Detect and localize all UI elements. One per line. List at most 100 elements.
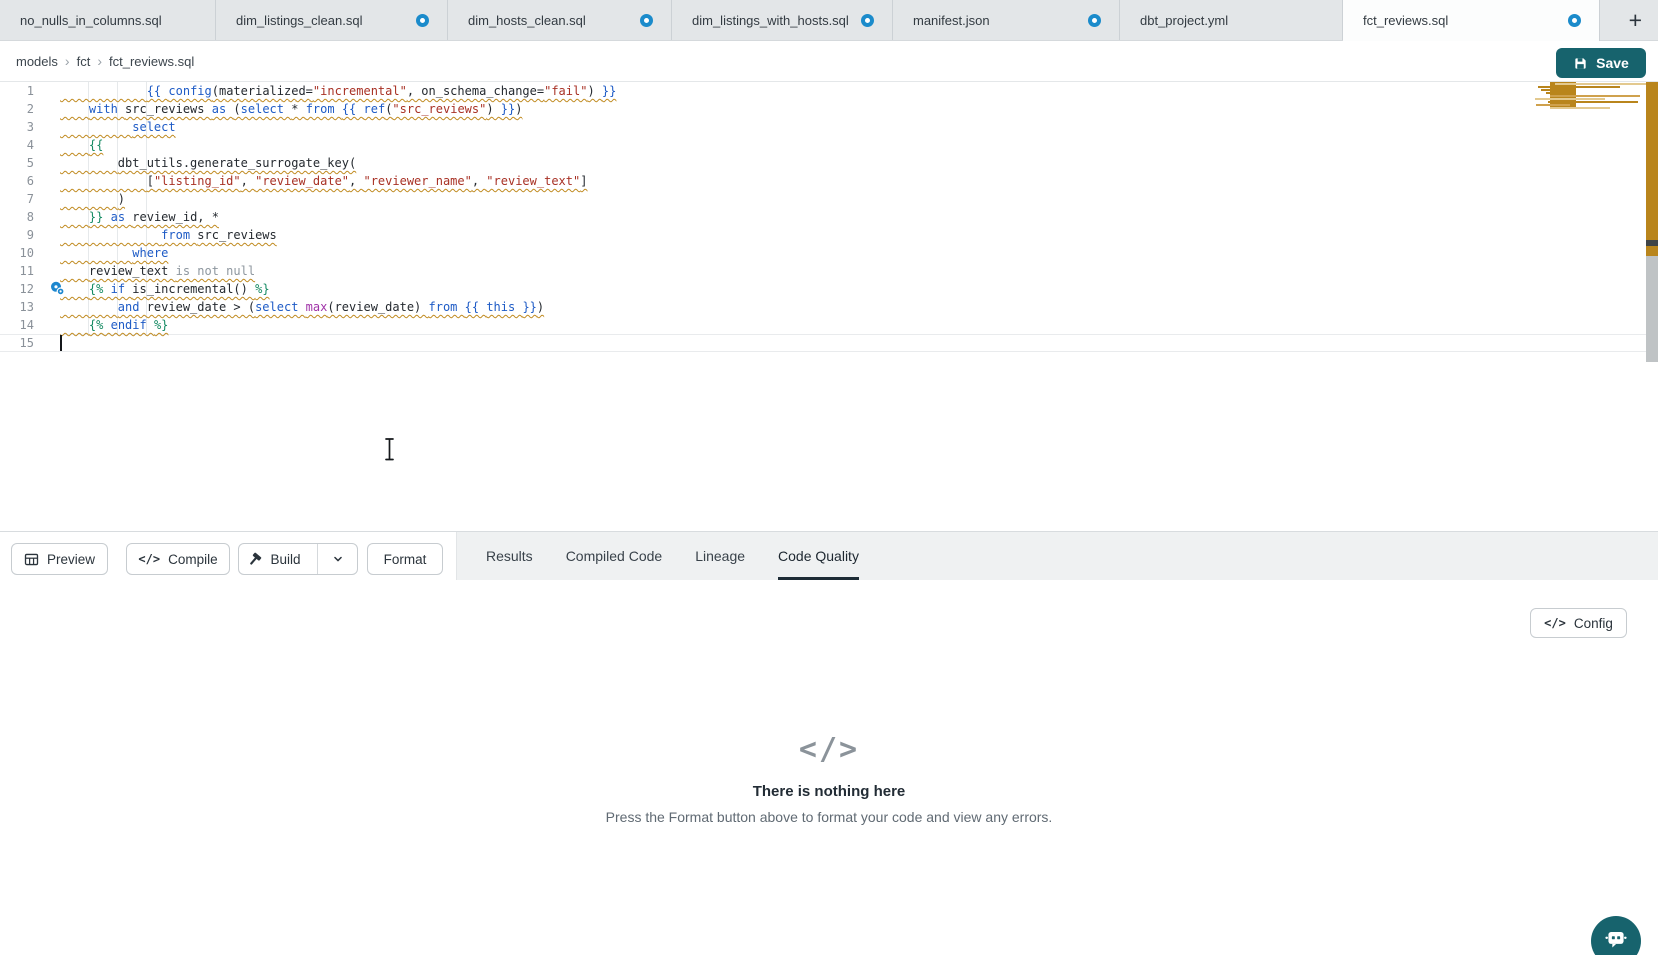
file-tab[interactable]: dim_listings_with_hosts.sql	[672, 0, 893, 40]
empty-state: </> There is nothing here Press the Form…	[0, 732, 1658, 825]
code-line[interactable]: )	[60, 190, 616, 208]
breadcrumb-item[interactable]: fct_reviews.sql	[109, 54, 194, 69]
line-number: 14	[0, 316, 34, 334]
breadcrumb: models › fct › fct_reviews.sql	[16, 41, 194, 81]
line-number: 15	[0, 334, 34, 352]
minimap-line	[1535, 98, 1605, 100]
save-button-label: Save	[1596, 55, 1629, 71]
file-tab-label: fct_reviews.sql	[1363, 13, 1448, 28]
line-number: 11	[0, 262, 34, 280]
code-line[interactable]: with src_reviews as (select * from {{ re…	[60, 100, 616, 118]
code-line[interactable]: from src_reviews	[60, 226, 616, 244]
unsaved-changes-icon	[640, 14, 653, 27]
file-tab[interactable]: dim_hosts_clean.sql	[448, 0, 672, 40]
line-number: 3	[0, 118, 34, 136]
text-caret	[60, 335, 62, 351]
file-tab-label: manifest.json	[913, 13, 990, 28]
code-line[interactable]: review_text is not null	[60, 262, 616, 280]
line-number: 4	[0, 136, 34, 154]
compile-button-label: Compile	[168, 552, 218, 567]
ruler-cursor-mark	[1646, 240, 1658, 246]
file-tab-label: dim_listings_with_hosts.sql	[692, 13, 849, 28]
file-tab[interactable]: manifest.json	[893, 0, 1120, 40]
code-line[interactable]: where	[60, 244, 616, 262]
scrollbar-thumb[interactable]	[1646, 256, 1658, 362]
code-line[interactable]: }} as review_id, *	[60, 208, 616, 226]
editor-code[interactable]: {{ config(materialized="incremental", on…	[60, 82, 616, 352]
breadcrumb-separator: ›	[97, 53, 102, 69]
code-brackets-icon: </>	[138, 552, 160, 566]
build-dropdown-button[interactable]	[317, 544, 357, 574]
file-tab-bar: no_nulls_in_columns.sql dim_listings_clea…	[0, 0, 1658, 41]
minimap-line	[1536, 104, 1570, 106]
build-split-button: Build	[238, 543, 358, 575]
code-line[interactable]: {% if is_incremental() %}	[60, 280, 616, 298]
code-line[interactable]: {% endif %}	[60, 316, 616, 334]
code-line[interactable]: {{ config(materialized="incremental", on…	[60, 82, 616, 100]
mouse-ibeam-cursor	[383, 437, 396, 466]
config-button[interactable]: </> Config	[1530, 608, 1627, 638]
code-editor[interactable]: 123456789101112131415 {{ config(material…	[0, 82, 1658, 531]
unsaved-changes-icon	[416, 14, 429, 27]
file-tab[interactable]: dim_listings_clean.sql	[216, 0, 448, 40]
save-floppy-icon	[1573, 56, 1588, 71]
file-tab[interactable]: fct_reviews.sql	[1343, 0, 1600, 41]
file-tab-label: dim_hosts_clean.sql	[468, 13, 586, 28]
chevron-down-icon	[331, 552, 345, 566]
code-brackets-icon: </>	[0, 732, 1658, 767]
breadcrumb-separator: ›	[65, 53, 70, 69]
format-button[interactable]: Format	[367, 543, 443, 575]
build-button[interactable]: Build	[239, 544, 309, 574]
panel-tab-results[interactable]: Results	[486, 532, 533, 580]
save-button[interactable]: Save	[1556, 48, 1646, 78]
code-brackets-icon: </>	[1544, 616, 1566, 630]
file-tab[interactable]: no_nulls_in_columns.sql	[0, 0, 216, 40]
empty-state-title: There is nothing here	[0, 783, 1658, 800]
breadcrumb-item[interactable]: fct	[77, 54, 91, 69]
unsaved-changes-icon	[861, 14, 874, 27]
panel-tab-code-quality[interactable]: Code Quality	[778, 532, 859, 580]
preview-button[interactable]: Preview	[11, 543, 108, 575]
file-tab[interactable]: dbt_project.yml	[1120, 0, 1343, 40]
empty-state-subtitle: Press the Format button above to format …	[0, 809, 1658, 825]
code-line[interactable]	[60, 334, 616, 352]
scrollbar-overview-ruler[interactable]	[1646, 82, 1658, 531]
unsaved-changes-icon	[1088, 14, 1101, 27]
panel-tab-compiled-code[interactable]: Compiled Code	[566, 532, 663, 580]
dbt-cloud-ide: no_nulls_in_columns.sql dim_listings_clea…	[0, 0, 1658, 955]
code-line[interactable]: select	[60, 118, 616, 136]
line-number: 8	[0, 208, 34, 226]
preview-table-icon	[24, 552, 39, 567]
compile-button[interactable]: </> Compile	[126, 543, 230, 575]
breadcrumb-item[interactable]: models	[16, 54, 58, 69]
line-number: 10	[0, 244, 34, 262]
code-line[interactable]: {{	[60, 136, 616, 154]
minimap-line	[1548, 101, 1638, 103]
panel-tab-lineage[interactable]: Lineage	[695, 532, 745, 580]
lightbulb-quickfix-icon[interactable]	[50, 281, 65, 296]
hammer-icon	[247, 552, 262, 567]
new-tab-button[interactable]: +	[1623, 7, 1648, 34]
robot-chat-icon	[1603, 926, 1629, 952]
line-number: 6	[0, 172, 34, 190]
code-line[interactable]: ["listing_id", "review_date", "reviewer_…	[60, 172, 616, 190]
line-number: 5	[0, 154, 34, 172]
code-line[interactable]: and review_date > (select max(review_dat…	[60, 298, 616, 316]
file-tab-label: no_nulls_in_columns.sql	[20, 13, 162, 28]
code-quality-panel: </> Config </> There is nothing here Pre…	[0, 580, 1658, 955]
unsaved-changes-icon	[1568, 14, 1581, 27]
file-tab-label: dbt_project.yml	[1140, 13, 1228, 28]
breadcrumb-bar: models › fct › fct_reviews.sql Save	[0, 41, 1658, 82]
line-number: 9	[0, 226, 34, 244]
format-button-label: Format	[384, 552, 427, 567]
minimap-line	[1555, 83, 1650, 85]
minimap[interactable]	[1531, 81, 1646, 111]
line-number: 12	[0, 280, 34, 298]
minimap-line	[1541, 89, 1573, 91]
code-line[interactable]: dbt_utils.generate_surrogate_key(	[60, 154, 616, 172]
minimap-line	[1538, 86, 1620, 88]
file-tab-label: dim_listings_clean.sql	[236, 13, 362, 28]
preview-button-label: Preview	[47, 552, 95, 567]
editor-gutter: 123456789101112131415	[0, 82, 34, 352]
ruler-warning-marks	[1646, 82, 1658, 256]
